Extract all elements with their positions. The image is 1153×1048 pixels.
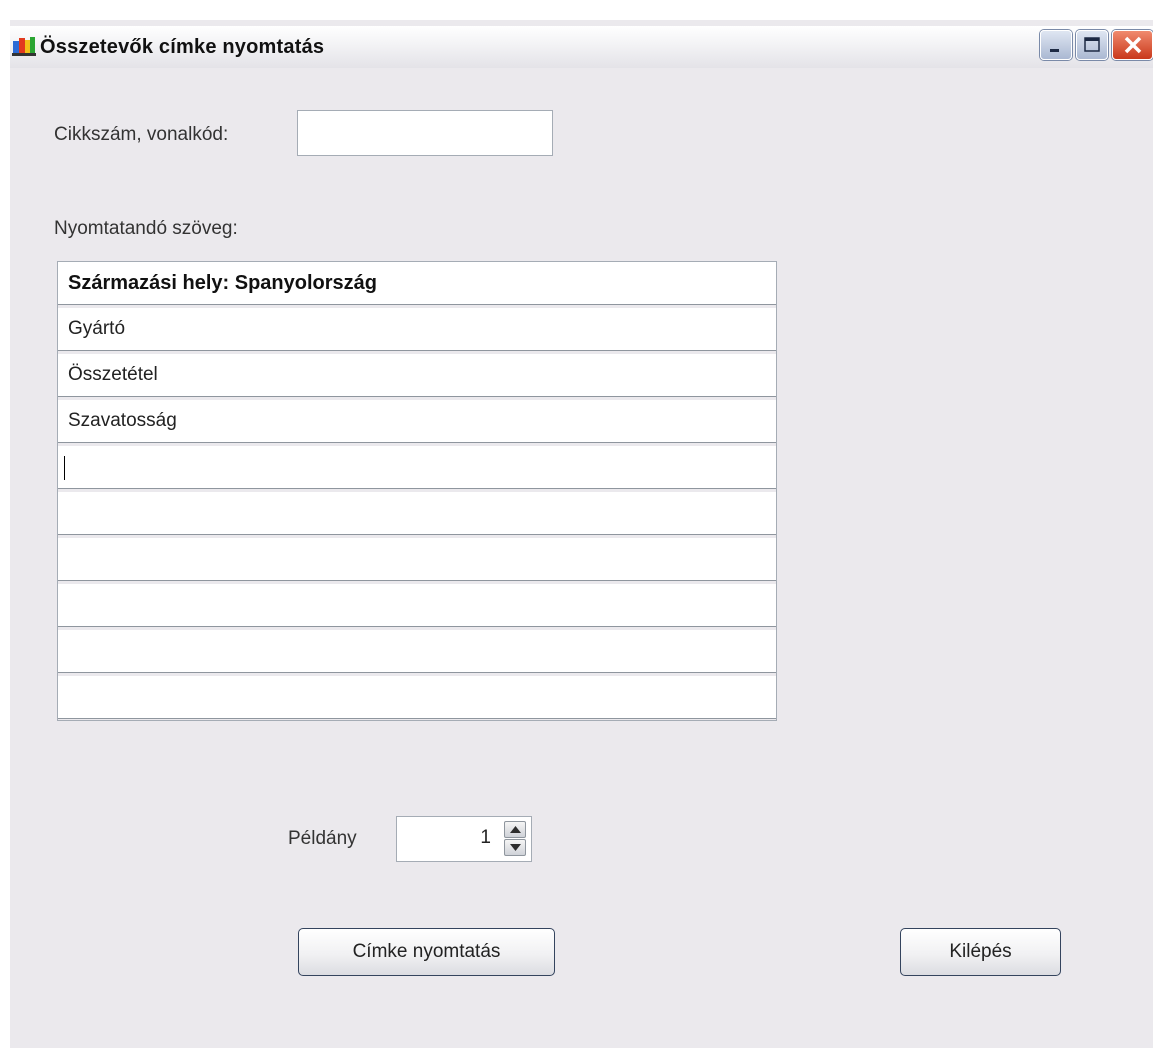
close-icon bbox=[1124, 36, 1142, 54]
maximize-button[interactable] bbox=[1076, 30, 1108, 60]
chevron-down-icon bbox=[510, 844, 521, 851]
title-bar[interactable]: Összetevők címke nyomtatás bbox=[10, 26, 1153, 68]
sku-input[interactable] bbox=[297, 110, 553, 156]
spin-down-button[interactable] bbox=[504, 839, 526, 856]
text-caret bbox=[64, 456, 65, 480]
minimize-button[interactable] bbox=[1040, 30, 1072, 60]
exit-button[interactable]: Kilépés bbox=[900, 928, 1061, 976]
text-row[interactable]: Összetétel bbox=[58, 354, 776, 397]
text-row[interactable] bbox=[58, 584, 776, 627]
print-text-label: Nyomtatandó szöveg: bbox=[54, 218, 238, 239]
minimize-icon bbox=[1050, 49, 1059, 52]
print-label-button[interactable]: Címke nyomtatás bbox=[298, 928, 555, 976]
app-window: Összetevők címke nyomtatás Cikkszám, von… bbox=[10, 20, 1153, 1048]
chevron-up-icon bbox=[510, 826, 521, 833]
copies-value[interactable]: 1 bbox=[480, 827, 491, 849]
text-row[interactable]: Szavatosság bbox=[58, 400, 776, 443]
maximize-icon bbox=[1084, 37, 1100, 52]
dialog-content: Cikkszám, vonalkód: Nyomtatandó szöveg: … bbox=[10, 68, 1153, 1048]
text-row-active[interactable] bbox=[58, 446, 776, 489]
copies-spinner[interactable]: 1 bbox=[396, 816, 532, 862]
text-row[interactable] bbox=[58, 538, 776, 581]
app-icon[interactable] bbox=[12, 35, 36, 57]
close-button[interactable] bbox=[1112, 30, 1153, 60]
text-row[interactable] bbox=[58, 630, 776, 673]
text-row[interactable] bbox=[58, 492, 776, 535]
text-row[interactable]: Származási hely: Spanyolország bbox=[58, 262, 776, 305]
window-title: Összetevők címke nyomtatás bbox=[40, 36, 325, 58]
print-text-table: Származási hely: Spanyolország Gyártó Ös… bbox=[57, 261, 777, 721]
copies-label: Példány bbox=[288, 828, 357, 849]
text-row[interactable]: Gyártó bbox=[58, 308, 776, 351]
sku-label: Cikkszám, vonalkód: bbox=[54, 124, 229, 145]
text-row[interactable] bbox=[58, 676, 776, 719]
spin-up-button[interactable] bbox=[504, 821, 526, 838]
